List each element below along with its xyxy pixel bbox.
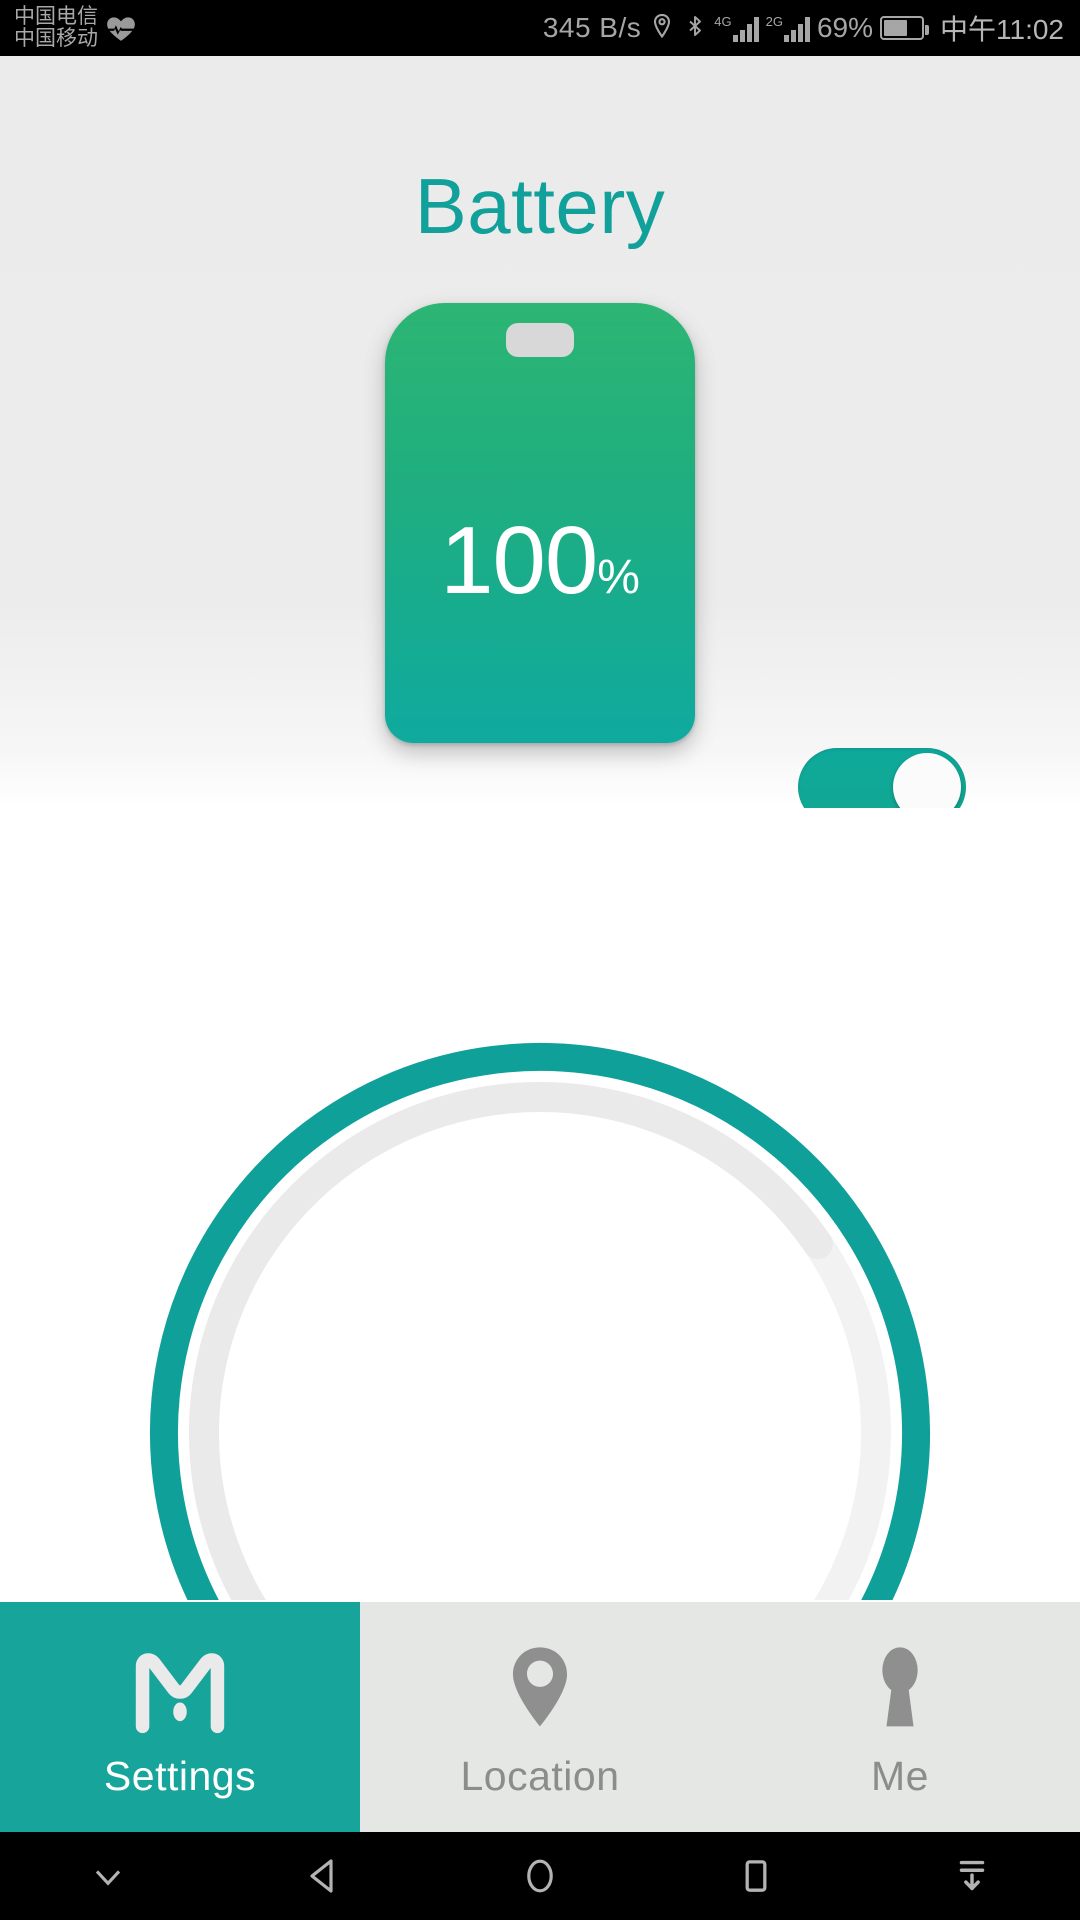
battery-level-symbol: %	[597, 551, 640, 604]
sim1-signal-icon: 4G	[714, 13, 759, 42]
tab-settings[interactable]: Settings	[0, 1602, 360, 1832]
carrier-secondary: 中国移动	[14, 27, 98, 50]
home-circle-icon[interactable]	[485, 1841, 595, 1911]
battery-level-value: 100	[440, 507, 598, 614]
tab-location[interactable]: Location	[360, 1602, 720, 1832]
tab-location-label: Location	[460, 1752, 620, 1799]
status-bar-left: 中国电信 中国移动	[0, 4, 138, 50]
back-triangle-icon[interactable]	[269, 1841, 379, 1911]
person-icon	[844, 1635, 956, 1747]
range-gauge	[90, 983, 990, 1600]
m-logo-icon	[124, 1635, 236, 1747]
sim2-signal-icon: 2G	[766, 15, 810, 42]
battery-terminal-nub	[506, 323, 574, 357]
battery-panel: Battery 100% Don't disturb	[0, 56, 1080, 879]
chevron-down-icon[interactable]	[53, 1841, 163, 1911]
carrier-names: 中国电信 中国移动	[14, 4, 98, 50]
sim1-network-label: 4G	[714, 13, 732, 29]
sim2-network-label: 2G	[765, 13, 783, 29]
battery-level-readout: 100%	[385, 506, 695, 616]
battery-icon	[880, 16, 929, 40]
tab-settings-label: Settings	[103, 1752, 257, 1799]
recents-square-icon[interactable]	[701, 1841, 811, 1911]
map-pin-icon	[484, 1635, 596, 1747]
tab-me-label: Me	[871, 1752, 929, 1799]
sim2-bars	[783, 16, 810, 42]
battery-body: 100%	[385, 303, 695, 743]
phone-screen: 中国电信 中国移动 345 B/s 4G 2G 69% 中午11:02 Batt…	[0, 0, 1080, 1920]
battery-percent-text: 69%	[816, 12, 873, 43]
sim1-bars	[732, 16, 759, 42]
status-bar-clock: 中午11:02	[940, 14, 1064, 45]
battery-graphic: 100%	[385, 303, 695, 743]
heart-rate-icon	[104, 11, 138, 45]
status-bar-right: 345 B/s 4G 2G 69% 中午11:02	[543, 8, 1080, 48]
range-gauge-panel: 0 30 5. Remain 30.0 km	[0, 808, 1080, 1600]
bottom-tab-bar: Settings Location Me	[0, 1602, 1080, 1832]
android-nav-bar	[0, 1832, 1080, 1920]
network-speed: 345 B/s	[542, 12, 642, 43]
bluetooth-icon	[683, 12, 707, 45]
status-bar: 中国电信 中国移动 345 B/s 4G 2G 69% 中午11:02	[0, 0, 1080, 56]
tab-me[interactable]: Me	[720, 1602, 1080, 1832]
carrier-primary: 中国电信	[14, 4, 98, 28]
location-pin-icon	[648, 12, 676, 45]
pull-down-notifications-icon[interactable]	[917, 1841, 1027, 1911]
page-title: Battery	[414, 162, 666, 250]
